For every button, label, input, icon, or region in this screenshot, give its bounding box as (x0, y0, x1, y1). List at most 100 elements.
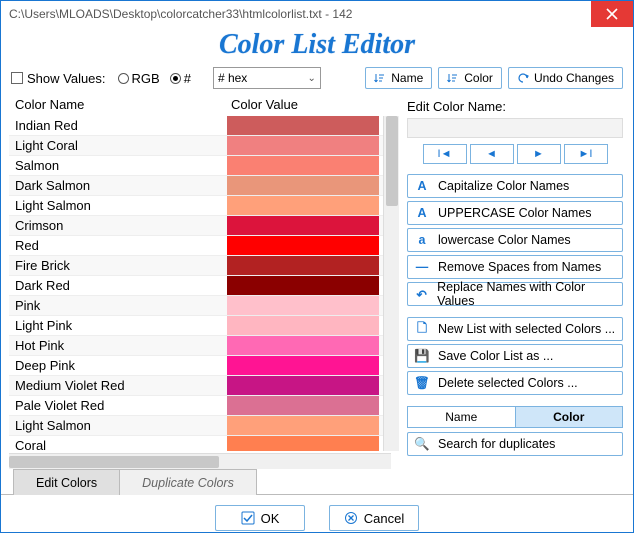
color-swatch (227, 396, 379, 415)
table-row[interactable]: Indian Red (9, 116, 399, 136)
table-row[interactable]: Deep Pink (9, 356, 399, 376)
undo-icon (517, 72, 529, 84)
table-row[interactable]: Medium Violet Red (9, 376, 399, 396)
color-name-cell: Dark Salmon (9, 176, 227, 195)
col-name-header: Color Name (15, 97, 231, 112)
table-row[interactable]: Light Salmon (9, 416, 399, 436)
tab-edit-colors[interactable]: Edit Colors (13, 469, 120, 495)
uppercase-button[interactable]: A UPPERCASE Color Names (407, 201, 623, 225)
color-name-cell: Red (9, 236, 227, 255)
capitalize-button[interactable]: A Capitalize Color Names (407, 174, 623, 198)
table-row[interactable]: Pink (9, 296, 399, 316)
save-as-label: Save Color List as ... (438, 349, 553, 363)
show-values-label: Show Values: (27, 71, 106, 86)
color-name-cell: Light Salmon (9, 196, 227, 215)
sort-name-button[interactable]: Name (365, 67, 432, 89)
color-swatch (227, 116, 379, 135)
bottom-tabs: Edit Colors Duplicate Colors (1, 469, 633, 495)
app-title: Color List Editor (1, 27, 633, 65)
color-name-cell: Medium Violet Red (9, 376, 227, 395)
table-row[interactable]: Fire Brick (9, 256, 399, 276)
nav-last-button[interactable]: ►I (564, 144, 608, 164)
color-name-cell: Crimson (9, 216, 227, 235)
lowercase-button[interactable]: alowercase Color Names (407, 228, 623, 252)
search-icon: 🔍 (414, 437, 430, 452)
toolbar: Show Values: RGB # # hex ⌄ Name Color Un… (1, 65, 633, 95)
color-grid-panel: Color Name Color Value Indian RedLight C… (1, 95, 399, 469)
color-swatch (227, 316, 379, 335)
chevron-down-icon: ⌄ (308, 73, 316, 84)
color-swatch (227, 416, 379, 435)
replace-names-button[interactable]: ↶Replace Names with Color Values (407, 282, 623, 306)
close-button[interactable] (591, 1, 633, 27)
color-swatch (227, 276, 379, 295)
table-row[interactable]: Red (9, 236, 399, 256)
letter-a-icon: A (414, 206, 430, 220)
dup-toggle-row: Name Color (407, 406, 623, 428)
save-icon: 💾 (414, 349, 430, 364)
tab-duplicate-colors[interactable]: Duplicate Colors (119, 469, 257, 495)
save-as-button[interactable]: 💾 Save Color List as ... (407, 344, 623, 368)
edit-name-input[interactable] (407, 118, 623, 138)
table-row[interactable]: Crimson (9, 216, 399, 236)
sort-icon (374, 72, 386, 84)
close-icon (606, 8, 618, 20)
dup-toggle-color[interactable]: Color (515, 406, 624, 428)
color-swatch (227, 336, 379, 355)
remove-spaces-button[interactable]: —Remove Spaces from Names (407, 255, 623, 279)
nav-first-button[interactable]: I◄ (423, 144, 467, 164)
col-value-header: Color Value (231, 97, 298, 112)
nav-row: I◄ ◄ ► ►I (407, 144, 623, 164)
footer: OK Cancel (1, 495, 633, 541)
color-swatch (227, 256, 379, 275)
nav-next-button[interactable]: ► (517, 144, 561, 164)
hash-radio[interactable]: # (170, 71, 191, 86)
search-duplicates-label: Search for duplicates (438, 437, 555, 451)
window-title: C:\Users\MLOADS\Desktop\colorcatcher33\h… (9, 7, 352, 21)
sort-color-button[interactable]: Color (438, 67, 502, 89)
undo-button[interactable]: Undo Changes (508, 67, 623, 89)
table-row[interactable]: Dark Salmon (9, 176, 399, 196)
table-row[interactable]: Hot Pink (9, 336, 399, 356)
table-row[interactable]: Dark Red (9, 276, 399, 296)
letter-a-icon: A (414, 179, 430, 193)
color-grid[interactable]: Indian RedLight CoralSalmonDark SalmonLi… (9, 116, 399, 451)
hash-label: # (184, 71, 191, 86)
grid-header: Color Name Color Value (1, 95, 399, 116)
edit-name-label: Edit Color Name: (407, 99, 623, 114)
cancel-button[interactable]: Cancel (329, 505, 419, 531)
show-values-checkbox[interactable]: Show Values: (11, 71, 106, 86)
uppercase-label: UPPERCASE Color Names (438, 206, 592, 220)
rgb-label: RGB (132, 71, 160, 86)
color-name-cell: Hot Pink (9, 336, 227, 355)
titlebar: C:\Users\MLOADS\Desktop\colorcatcher33\h… (1, 1, 633, 27)
lowercase-label: lowercase Color Names (438, 233, 571, 247)
table-row[interactable]: Salmon (9, 156, 399, 176)
cancel-label: Cancel (364, 511, 404, 526)
delete-selected-button[interactable]: 🗑Delete selected Colors ... (407, 371, 623, 395)
vertical-scrollbar[interactable] (383, 116, 399, 451)
capitalize-label: Capitalize Color Names (438, 179, 569, 193)
color-swatch (227, 136, 379, 155)
color-name-cell: Light Coral (9, 136, 227, 155)
undo-arrow-icon: ↶ (414, 287, 429, 302)
search-duplicates-button[interactable]: 🔍 Search for duplicates (407, 432, 623, 456)
color-swatch (227, 376, 379, 395)
nav-prev-button[interactable]: ◄ (470, 144, 514, 164)
format-combo[interactable]: # hex ⌄ (213, 67, 321, 89)
table-row[interactable]: Light Salmon (9, 196, 399, 216)
cancel-icon (344, 511, 358, 525)
new-list-button[interactable]: 🗋New List with selected Colors ... (407, 317, 623, 341)
horizontal-scrollbar[interactable] (9, 453, 391, 469)
color-swatch (227, 236, 379, 255)
table-row[interactable]: Light Coral (9, 136, 399, 156)
table-row[interactable]: Light Pink (9, 316, 399, 336)
ok-button[interactable]: OK (215, 505, 305, 531)
color-name-cell: Pale Violet Red (9, 396, 227, 415)
color-swatch (227, 436, 379, 451)
table-row[interactable]: Coral (9, 436, 399, 451)
table-row[interactable]: Pale Violet Red (9, 396, 399, 416)
rgb-radio[interactable]: RGB (118, 71, 160, 86)
color-name-cell: Light Pink (9, 316, 227, 335)
dup-toggle-name[interactable]: Name (407, 406, 515, 428)
